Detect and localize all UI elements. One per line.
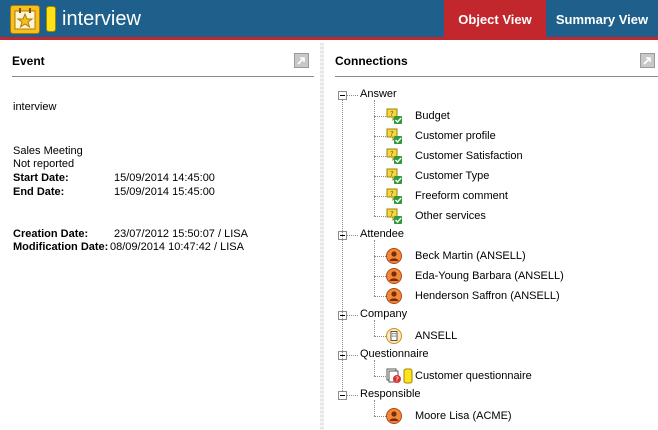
person-icon xyxy=(386,268,402,284)
collapse-toggle-icon[interactable] xyxy=(338,91,347,100)
modification-date-value: 08/09/2014 10:47:42 / LISA xyxy=(110,241,244,253)
tree-item-label: Customer Satisfaction xyxy=(415,150,523,162)
tree-connector xyxy=(374,216,386,217)
tree-connector xyxy=(374,156,386,157)
connections-panel-title: Connections xyxy=(335,54,408,68)
connections-panel-rule xyxy=(335,76,658,77)
tree-connector xyxy=(374,240,375,296)
tree-item-label: Other services xyxy=(415,210,486,222)
tree-category-label: Responsible xyxy=(360,388,421,400)
tab-summary-view[interactable]: Summary View xyxy=(546,0,658,37)
yellow-flag-icon xyxy=(46,6,56,32)
pin-icon[interactable] xyxy=(294,53,309,68)
tree-connector xyxy=(374,320,375,336)
tree-connector xyxy=(374,136,386,137)
modification-date-label: Modification Date: xyxy=(13,241,109,253)
answer-check-icon: ? xyxy=(386,168,402,184)
tree-connector xyxy=(347,315,358,316)
event-panel-title: Event xyxy=(12,54,45,68)
answer-check-icon: ? xyxy=(386,148,402,164)
tree-connector xyxy=(374,176,386,177)
svg-text:?: ? xyxy=(390,210,394,218)
start-date-label: Start Date: xyxy=(13,172,69,184)
svg-text:?: ? xyxy=(395,376,399,384)
svg-text:?: ? xyxy=(390,190,394,198)
tree-item-label: Customer questionnaire xyxy=(415,370,532,382)
tree-connector xyxy=(374,296,386,297)
event-panel-rule xyxy=(12,76,314,77)
tree-connector xyxy=(347,395,358,396)
tree-item-label: Budget xyxy=(415,110,450,122)
creation-date-row: Creation Date: 23/07/2012 15:50:07 / LIS… xyxy=(13,228,313,240)
tree-connector xyxy=(374,256,386,257)
tree-connector xyxy=(374,196,386,197)
company-building-icon xyxy=(386,328,402,344)
questionnaire-icon: ? xyxy=(386,368,416,384)
tree-connector xyxy=(374,400,375,416)
svg-text:?: ? xyxy=(390,150,394,158)
tree-category-label: Questionnaire xyxy=(360,348,429,360)
end-date-row: End Date: 15/09/2014 15:45:00 xyxy=(13,186,313,198)
creation-date-value: 23/07/2012 15:50:07 / LISA xyxy=(114,228,248,240)
tree-category-label: Attendee xyxy=(360,228,405,240)
svg-text:?: ? xyxy=(390,170,394,178)
tree-item-label: Moore Lisa (ACME) xyxy=(415,410,512,422)
person-icon xyxy=(386,408,402,424)
person-icon xyxy=(386,288,402,304)
answer-check-icon: ? xyxy=(386,108,402,124)
tree-connector xyxy=(342,100,343,391)
tree-item-label: Customer Type xyxy=(415,170,490,182)
tree-connector xyxy=(374,336,386,337)
end-date-label: End Date: xyxy=(13,186,65,198)
app-header: interview Object View Summary View xyxy=(0,0,658,40)
tree-connector xyxy=(374,416,386,417)
tree-item-label: Freeform comment xyxy=(415,190,508,202)
star-calendar-icon xyxy=(10,5,40,34)
tree-connector xyxy=(374,376,386,377)
start-date-value: 15/09/2014 14:45:00 xyxy=(114,172,215,184)
panel-splitter[interactable] xyxy=(320,43,324,430)
tree-item-label: Beck Martin (ANSELL) xyxy=(415,250,526,262)
svg-text:?: ? xyxy=(390,130,394,138)
tree-connector xyxy=(374,276,386,277)
pin-icon[interactable] xyxy=(640,53,655,68)
tree-connector xyxy=(374,360,375,376)
event-type: Sales Meeting xyxy=(13,145,83,157)
start-date-row: Start Date: 15/09/2014 14:45:00 xyxy=(13,172,313,184)
tree-item-label: Customer profile xyxy=(415,130,496,142)
tree-item-label: Henderson Saffron (ANSELL) xyxy=(415,290,560,302)
tab-object-view[interactable]: Object View xyxy=(444,0,546,37)
tree-category-label: Company xyxy=(360,308,408,320)
tree-connector xyxy=(374,116,386,117)
answer-check-icon: ? xyxy=(386,188,402,204)
end-date-value: 15/09/2014 15:45:00 xyxy=(114,186,215,198)
tree-connector xyxy=(374,100,375,216)
tree-connector xyxy=(347,95,358,96)
creation-date-label: Creation Date: xyxy=(13,228,89,240)
tree-connector xyxy=(347,355,358,356)
event-report-status: Not reported xyxy=(13,158,75,170)
svg-text:?: ? xyxy=(390,110,394,118)
person-icon xyxy=(386,248,402,264)
event-name: interview xyxy=(13,101,57,113)
modification-date-row: Modification Date: 08/09/2014 10:47:42 /… xyxy=(13,241,313,253)
tree-category-label: Answer xyxy=(360,88,397,100)
answer-check-icon: ? xyxy=(386,208,402,224)
tree-item-label: ANSELL xyxy=(415,330,458,342)
answer-check-icon: ? xyxy=(386,128,402,144)
tree-item-label: Eda-Young Barbara (ANSELL) xyxy=(415,270,564,282)
collapse-toggle-icon[interactable] xyxy=(338,391,347,400)
tree-connector xyxy=(347,235,358,236)
page-title: interview xyxy=(62,8,141,30)
